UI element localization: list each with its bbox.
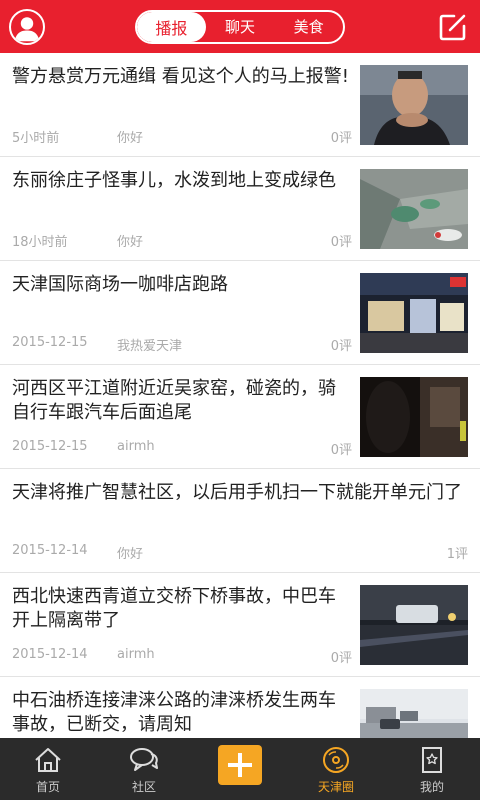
list-item[interactable]: 中石油桥连接津涞公路的津涞桥发生两车事故，已断交，请周知 [0, 677, 480, 738]
item-time: 18小时前 [12, 235, 68, 250]
item-thumbnail [360, 689, 468, 738]
item-time: 2015-12-15 [12, 335, 88, 350]
tab-mine[interactable]: 我的 [384, 738, 480, 800]
item-author: 你好 [117, 131, 144, 146]
item-time: 5小时前 [12, 131, 60, 146]
tab-home-label: 首页 [35, 780, 60, 794]
tab-home[interactable]: 首页 [0, 738, 96, 800]
item-title: 西北快速西青道立交桥下桥事故，中巴车开上隔离带了 [12, 586, 336, 631]
item-author: airmh [117, 439, 155, 454]
list-item[interactable]: 天津将推广智慧社区，以后用手机扫一下就能开单元门了 2015-12-14 你好 … [0, 469, 480, 573]
bottom-tab-bar: 首页 社区 天津圈 我的 [0, 738, 480, 800]
tab-community[interactable]: 社区 [96, 738, 192, 800]
item-title: 警方悬赏万元通缉 看见这个人的马上报警! [12, 66, 349, 87]
add-post-button[interactable] [192, 738, 288, 800]
home-icon [35, 748, 61, 772]
item-title: 东丽徐庄子怪事儿，水泼到地上变成绿色 [12, 170, 336, 191]
tab-tianjin-circle[interactable]: 天津圈 [288, 738, 384, 800]
news-feed[interactable]: 警方悬赏万元通缉 看见这个人的马上报警! 5小时前 你好 0评 东丽徐庄子怪事儿… [0, 53, 480, 738]
user-avatar-icon [14, 17, 40, 42]
item-thumbnail [360, 169, 468, 249]
item-time: 2015-12-15 [12, 439, 88, 454]
item-author: 你好 [117, 235, 144, 250]
item-title: 天津将推广智慧社区，以后用手机扫一下就能开单元门了 [12, 482, 462, 503]
item-author: 我热爱天津 [117, 339, 183, 354]
tab-mine-label: 我的 [419, 780, 444, 794]
item-thumbnail [360, 585, 468, 665]
plus-icon [228, 753, 252, 777]
compose-button[interactable] [438, 12, 468, 42]
chat-bubbles-icon [130, 748, 158, 771]
top-bar: 播报 聊天 美食 [0, 0, 480, 53]
record-disc-icon [323, 747, 349, 773]
profile-card-icon [422, 747, 442, 773]
list-item[interactable]: 警方悬赏万元通缉 看见这个人的马上报警! 5小时前 你好 0评 [0, 53, 480, 157]
item-comment-count: 0评 [330, 339, 352, 354]
item-author: airmh [117, 647, 155, 662]
list-item[interactable]: 天津国际商场一咖啡店跑路 2015-12-15 我热爱天津 0评 [0, 261, 480, 365]
item-comment-count: 0评 [330, 651, 352, 666]
item-time: 2015-12-14 [12, 647, 88, 662]
item-author: 你好 [117, 547, 144, 562]
item-thumbnail [360, 65, 468, 145]
item-comment-count: 1评 [446, 547, 468, 562]
user-avatar-button[interactable] [9, 9, 45, 45]
category-segmented-control: 播报 聊天 美食 [135, 9, 345, 44]
item-thumbnail [360, 273, 468, 353]
list-item[interactable]: 河西区平江道附近近吴家窑，碰瓷的，骑自行车跟汽车后面追尾 2015-12-15 … [0, 365, 480, 469]
item-title: 天津国际商场一咖啡店跑路 [12, 274, 228, 295]
item-comment-count: 0评 [330, 443, 352, 458]
tab-food[interactable]: 美食 [274, 12, 343, 42]
tab-broadcast[interactable]: 播报 [137, 11, 206, 42]
item-time: 2015-12-14 [12, 543, 88, 558]
compose-icon [439, 14, 466, 41]
tab-community-label: 社区 [131, 780, 156, 794]
add-post-box [218, 745, 262, 785]
list-item[interactable]: 东丽徐庄子怪事儿，水泼到地上变成绿色 18小时前 你好 0评 [0, 157, 480, 261]
item-thumbnail [360, 377, 468, 457]
tab-tianjin-circle-label: 天津圈 [317, 780, 354, 794]
item-title: 中石油桥连接津涞公路的津涞桥发生两车事故，已断交，请周知 [12, 690, 336, 735]
list-item[interactable]: 西北快速西青道立交桥下桥事故，中巴车开上隔离带了 2015-12-14 airm… [0, 573, 480, 677]
item-comment-count: 0评 [330, 131, 352, 146]
tab-chat[interactable]: 聊天 [206, 12, 275, 42]
item-title: 河西区平江道附近近吴家窑，碰瓷的，骑自行车跟汽车后面追尾 [12, 378, 336, 423]
item-comment-count: 0评 [330, 235, 352, 250]
